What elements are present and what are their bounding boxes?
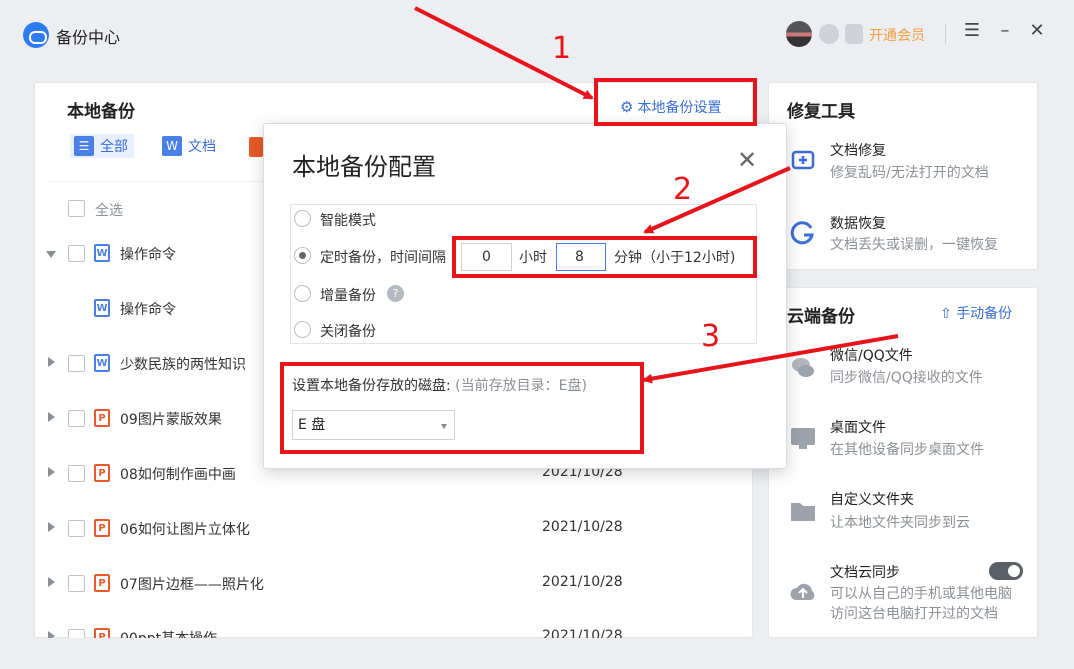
data-recovery-title[interactable]: 数据恢复 xyxy=(830,213,886,233)
row-name[interactable]: 操作命令 xyxy=(120,244,176,264)
word-file-icon: W xyxy=(94,244,110,262)
radio-incremental[interactable] xyxy=(294,285,311,302)
dialog-close-icon[interactable]: ✕ xyxy=(735,146,759,174)
data-recovery-desc: 文档丢失或误删，一键恢复 xyxy=(830,237,998,253)
ppt-file-icon: P xyxy=(94,519,110,537)
help-icon[interactable]: ? xyxy=(387,285,404,302)
annotation-number-3: 3 xyxy=(701,319,721,354)
expand-caret[interactable] xyxy=(48,467,55,477)
collapse-caret[interactable] xyxy=(46,251,56,258)
row-checkbox[interactable] xyxy=(68,520,85,537)
expand-caret[interactable] xyxy=(48,412,55,422)
local-backup-title: 本地备份 xyxy=(67,102,135,122)
app-title: 备份中心 xyxy=(56,28,121,47)
title-bar: 备份中心 开通会员 ☰ – ✕ xyxy=(0,0,1074,70)
manual-backup-link[interactable]: ⇧ 手动备份 xyxy=(940,303,1012,323)
radio-smart-mode[interactable] xyxy=(294,210,311,227)
doc-repair-desc: 修复乱码/无法打开的文档 xyxy=(830,165,989,181)
annotation-number-2: 2 xyxy=(673,172,693,207)
desktop-files-title[interactable]: 桌面文件 xyxy=(830,417,886,437)
annotation-box-1 xyxy=(594,78,757,126)
ppt-file-icon: P xyxy=(94,409,110,427)
upload-icon: ⇧ xyxy=(940,306,952,322)
scheduled-label: 定时备份，时间间隔 xyxy=(320,250,446,266)
row-name[interactable]: 09图片蒙版效果 xyxy=(120,409,222,429)
row-checkbox[interactable] xyxy=(68,629,85,638)
row-name[interactable]: 06如何让图片立体化 xyxy=(120,519,250,539)
annotation-number-1: 1 xyxy=(552,31,572,66)
menu-icon[interactable]: ☰ xyxy=(961,20,983,41)
app-logo-icon xyxy=(23,22,49,48)
wechat-qq-desc: 同步微信/QQ接收的文件 xyxy=(830,370,983,386)
row-name[interactable]: 少数民族的两性知识 xyxy=(120,354,246,374)
row-checkbox[interactable] xyxy=(68,575,85,592)
row-name[interactable]: 操作命令 xyxy=(120,299,176,319)
title-divider xyxy=(945,24,946,44)
desktop-icon xyxy=(789,424,817,452)
row-name[interactable]: 08如何制作画中画 xyxy=(120,464,236,484)
custom-folder-title[interactable]: 自定义文件夹 xyxy=(830,489,914,509)
word-icon: W xyxy=(162,136,182,156)
doc-cloud-sync-toggle[interactable] xyxy=(989,562,1023,580)
folder-icon xyxy=(789,497,817,525)
row-checkbox[interactable] xyxy=(68,410,85,427)
badge-icon xyxy=(819,24,839,44)
list-icon: ☰ xyxy=(74,136,94,156)
row-name[interactable]: 00ppt基本操作 xyxy=(120,628,217,638)
radio-disable[interactable] xyxy=(294,321,311,338)
tab-all[interactable]: ☰ 全部 xyxy=(70,134,134,158)
ppt-tab-icon[interactable] xyxy=(249,137,263,157)
expand-caret[interactable] xyxy=(48,631,55,638)
row-checkbox[interactable] xyxy=(68,465,85,482)
minimize-icon[interactable]: – xyxy=(994,20,1016,41)
row-checkbox[interactable] xyxy=(68,355,85,372)
doc-cloud-sync-desc-2: 访问这台电脑打开过的文档 xyxy=(830,606,998,622)
wechat-qq-title[interactable]: 微信/QQ文件 xyxy=(830,345,913,365)
row-date: 2021/10/28 xyxy=(542,628,623,638)
select-all-label: 全选 xyxy=(95,203,123,219)
close-window-icon[interactable]: ✕ xyxy=(1026,20,1048,41)
custom-folder-desc: 让本地文件夹同步到云 xyxy=(830,515,970,531)
annotation-box-3 xyxy=(280,362,644,454)
ppt-file-icon: P xyxy=(94,628,110,638)
doc-repair-title[interactable]: 文档修复 xyxy=(830,140,886,160)
disable-label: 关闭备份 xyxy=(320,324,376,340)
vip-link[interactable]: 开通会员 xyxy=(869,25,925,45)
expand-caret[interactable] xyxy=(48,357,55,367)
tab-docs-label: 文档 xyxy=(188,139,216,155)
data-recovery-icon xyxy=(789,218,817,246)
expand-caret[interactable] xyxy=(48,522,55,532)
word-file-icon: W xyxy=(94,354,110,372)
clipped-row: P 00ppt基本操作 2021/10/28 xyxy=(34,625,753,638)
row-date: 2021/10/28 xyxy=(542,574,623,590)
dialog-title: 本地备份配置 xyxy=(292,153,436,181)
cloud-backup-title: 云端备份 xyxy=(787,307,855,327)
row-name[interactable]: 07图片边框——照片化 xyxy=(120,574,264,594)
tab-docs[interactable]: W 文档 xyxy=(162,134,216,158)
select-all-checkbox[interactable] xyxy=(68,200,85,217)
manual-backup-label: 手动备份 xyxy=(956,306,1013,322)
smart-mode-label: 智能模式 xyxy=(320,213,376,229)
annotation-box-2 xyxy=(452,236,757,278)
desktop-files-desc: 在其他设备同步桌面文件 xyxy=(830,442,984,458)
doc-cloud-sync-desc: 可以从自己的手机或其他电脑 xyxy=(830,586,1012,602)
tab-all-label: 全部 xyxy=(100,139,128,155)
expand-caret[interactable] xyxy=(48,577,55,587)
repair-tools-title: 修复工具 xyxy=(787,102,855,122)
ppt-file-icon: P xyxy=(94,574,110,592)
avatar[interactable] xyxy=(786,21,812,47)
cloud-upload-icon xyxy=(789,578,817,606)
row-checkbox[interactable] xyxy=(68,245,85,262)
ppt-file-icon: P xyxy=(94,464,110,482)
word-file-icon: W xyxy=(94,299,110,317)
row-date: 2021/10/28 xyxy=(542,519,623,535)
doc-repair-icon xyxy=(789,146,817,174)
wechat-qq-icon xyxy=(789,353,817,381)
radio-scheduled[interactable] xyxy=(294,247,311,264)
doc-cloud-sync-title[interactable]: 文档云同步 xyxy=(830,562,900,582)
incremental-label: 增量备份 xyxy=(320,288,376,304)
shield-icon xyxy=(845,24,863,44)
